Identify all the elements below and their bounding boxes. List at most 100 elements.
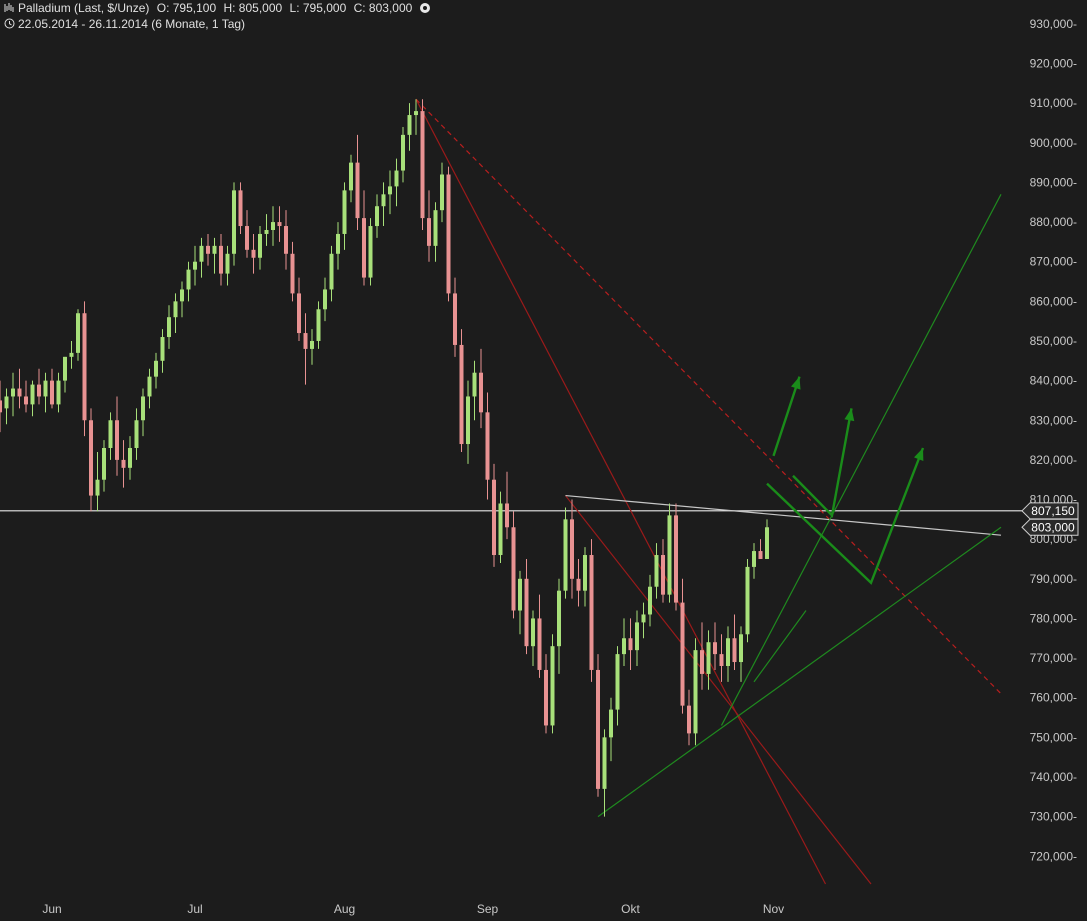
candle-body (570, 519, 574, 579)
candle-body (193, 261, 197, 270)
x-tick-label: Jul (187, 902, 202, 916)
candle-body (531, 618, 535, 647)
candle-body (212, 245, 217, 254)
x-tick-label: Sep (477, 902, 499, 916)
candle-body (0, 400, 2, 413)
candle-body (492, 479, 496, 556)
candle-body (297, 293, 301, 334)
settings-icon[interactable] (420, 3, 431, 13)
candle-body (206, 245, 210, 254)
candle-body (466, 396, 470, 445)
y-tick-label: 730,000- (1030, 810, 1077, 824)
candle-body (693, 650, 698, 734)
price-label: 807,150 (1031, 504, 1075, 518)
x-tick-label: Jun (42, 902, 61, 916)
candle-body (563, 519, 568, 591)
candle-body (232, 190, 236, 254)
candle-body (654, 555, 659, 587)
y-tick-label: 840,000- (1030, 374, 1077, 388)
chart-header: Palladium (Last, $/Unze) O: 795,100 H: 8… (4, 1, 434, 15)
candle-body (4, 396, 9, 409)
candle-body (160, 337, 165, 361)
low-value: L: 795,000 (289, 1, 347, 15)
x-tick-label: Nov (763, 902, 784, 916)
open-value: O: 795,100 (156, 1, 217, 15)
candle-body (739, 634, 743, 663)
y-tick-label: 880,000- (1030, 215, 1077, 229)
candle-body (134, 420, 139, 448)
candle-body (758, 551, 763, 559)
y-tick-label: 920,000- (1030, 57, 1077, 71)
candle-body (628, 638, 633, 651)
candle-body (661, 555, 665, 595)
date-range: 22.05.2014 - 26.11.2014 (6 Monate, 1 Tag… (4, 17, 249, 31)
price-chart[interactable]: 930,000- 920,000- 910,000- 900,000- 890,000-… (0, 0, 1087, 921)
candle-body (102, 448, 106, 480)
candle-body (602, 737, 607, 789)
candle-body (394, 170, 399, 187)
candle-body (63, 356, 67, 381)
candle-body (446, 174, 451, 294)
high-value: H: 805,000 (223, 1, 283, 15)
candle-body (121, 459, 126, 468)
y-tick-label: 830,000- (1030, 413, 1077, 427)
y-tick-label: 780,000- (1030, 611, 1077, 625)
candle-body (453, 293, 457, 345)
y-tick-label: 820,000- (1030, 453, 1077, 467)
candle-body (56, 380, 61, 405)
candle-body (17, 388, 22, 397)
candle-body (550, 646, 555, 726)
x-tick-label: Okt (621, 902, 640, 916)
candle-body (765, 527, 769, 559)
candle-body (700, 650, 704, 674)
candle-body (537, 618, 542, 670)
candle-body (381, 194, 386, 207)
candle-body (290, 253, 295, 294)
candle-body (414, 111, 418, 116)
candle-body (680, 602, 685, 706)
candle-body (687, 705, 691, 734)
candle-body (323, 289, 327, 310)
candle-body (576, 578, 581, 591)
y-tick-label: 740,000- (1030, 770, 1077, 784)
candle-body (69, 352, 74, 357)
candle-body (329, 253, 334, 290)
candle-body (745, 566, 750, 635)
candle-body (485, 412, 490, 480)
candle-body (115, 420, 119, 460)
candle-body (726, 638, 730, 666)
candle-body (440, 174, 444, 211)
candle-body (368, 226, 373, 278)
candle-body (589, 555, 594, 670)
candle-body (498, 503, 503, 556)
candle-body (719, 654, 724, 666)
candle-body (583, 555, 587, 591)
candle-body (76, 313, 80, 353)
candle-body (30, 384, 35, 405)
candle-body (238, 190, 243, 227)
candle-body (180, 289, 184, 302)
candle-body (349, 162, 353, 191)
candle-body (641, 614, 646, 623)
candle-body (427, 218, 431, 246)
candle-body (43, 380, 48, 397)
price-label: 803,000 (1031, 520, 1075, 534)
candle-body (167, 317, 171, 338)
candle-body (388, 186, 392, 195)
y-tick-label: 770,000- (1030, 651, 1077, 665)
candle-body (505, 503, 509, 528)
x-tick-label: Aug (334, 902, 355, 916)
y-tick-label: 890,000- (1030, 175, 1077, 189)
candle-body (147, 376, 152, 397)
candle-body (108, 420, 113, 448)
y-tick-label: 790,000- (1030, 572, 1077, 586)
close-value: C: 803,000 (353, 1, 413, 15)
chart-type-icon[interactable] (4, 2, 15, 13)
candle-body (251, 249, 256, 258)
y-tick-label: 910,000- (1030, 96, 1077, 110)
candle-body (596, 669, 600, 789)
date-range-text: 22.05.2014 - 26.11.2014 (6 Monate, 1 Tag… (18, 17, 246, 31)
candle-body (401, 134, 405, 171)
candle-body (544, 669, 548, 726)
instrument-name: Palladium (Last, $/Unze) (18, 1, 150, 15)
